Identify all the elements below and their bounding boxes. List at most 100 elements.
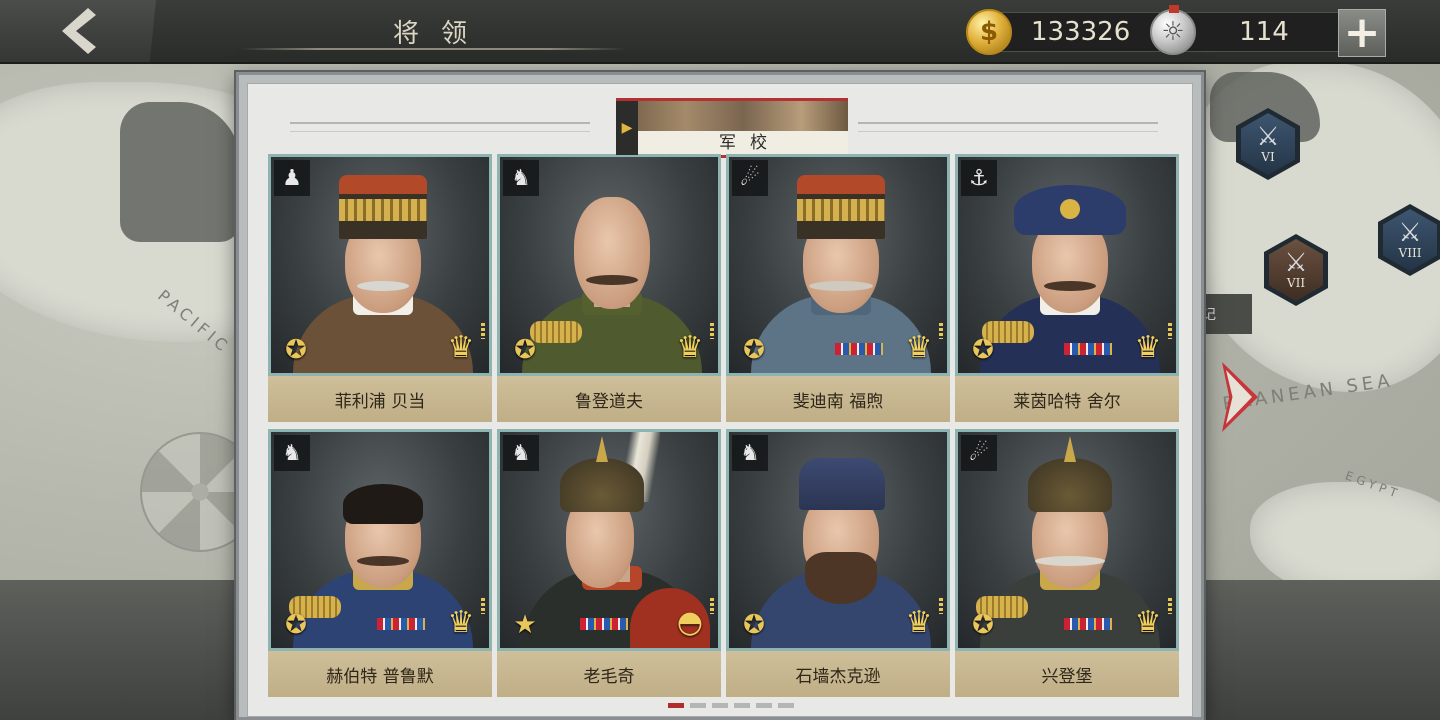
portrait-medals (1064, 343, 1112, 355)
portrait-head (574, 197, 650, 309)
general-name: 老毛奇 (497, 651, 721, 697)
general-grid: ♟ ✪ ♛ 菲利浦 贝当 ♞ ✪ ♛ 鲁登道夫 ☄ ✪ ♛ 斐迪南 福煦 ⚓ ✪… (268, 154, 1184, 699)
portrait-mustache (357, 556, 409, 566)
general-name: 莱茵哈特 舍尔 (955, 376, 1179, 422)
page-dot[interactable] (756, 703, 772, 708)
portrait-hair (343, 484, 423, 524)
panel-inner: ▶ 军校 ♟ ✪ ♛ 菲利浦 贝当 ♞ ✪ ♛ 鲁登道夫 ☄ ✪ ♛ 斐迪南 福… (247, 83, 1193, 717)
star-badge-icon: ✪ (285, 335, 307, 365)
general-card[interactable]: ♞ ★ ◓ 老毛奇 (497, 429, 721, 699)
page-title: 将领 (392, 18, 489, 49)
star-badge-icon: ✪ (743, 610, 765, 640)
cavalry-icon: ♞ (732, 435, 768, 471)
portrait-medals (580, 618, 628, 630)
artillery-icon: ☄ (732, 160, 768, 196)
portrait-mustache (357, 281, 409, 291)
portrait-medals (1064, 618, 1112, 630)
portrait-mustache (1044, 281, 1096, 291)
general-name: 赫伯特 普鲁默 (268, 651, 492, 697)
crown-icon: ♛ (670, 323, 714, 365)
crossed-swords-icon: ⚔ (1256, 122, 1280, 152)
tank-illustration (120, 102, 240, 242)
single-star-icon: ★ (513, 610, 537, 640)
general-card[interactable]: ⚓ ✪ ♛ 莱茵哈特 舍尔 (955, 154, 1179, 424)
general-portrait: ♟ ✪ ♛ (268, 154, 492, 376)
silver-currency: ☼ 114 (1150, 5, 1344, 55)
portrait-mustache (809, 281, 873, 291)
general-portrait: ⚓ ✪ ♛ (955, 154, 1179, 376)
star-badge-icon: ✪ (514, 335, 536, 365)
general-name: 石墙杰克逊 (726, 651, 950, 697)
cavalry-icon: ♞ (503, 435, 539, 471)
general-card[interactable]: ♞ ✪ ♛ 赫伯特 普鲁默 (268, 429, 492, 699)
back-button[interactable] (0, 0, 156, 62)
general-card[interactable]: ♞ ✪ ♛ 石墙杰克逊 (726, 429, 950, 699)
crown-icon: ♛ (441, 323, 485, 365)
general-portrait: ♞ ★ ◓ (497, 429, 721, 651)
tab-marker-icon: ▶ (616, 101, 638, 155)
star-badge-icon: ✪ (972, 335, 994, 365)
page-dot-active[interactable] (668, 703, 684, 708)
general-name: 菲利浦 贝当 (268, 376, 492, 422)
general-card[interactable]: ☄ ✪ ♛ 斐迪南 福煦 (726, 154, 950, 424)
artillery-icon: ☄ (961, 435, 997, 471)
general-card[interactable]: ♞ ✪ ♛ 鲁登道夫 (497, 154, 721, 424)
page-dot[interactable] (690, 703, 706, 708)
page-dot[interactable] (712, 703, 728, 708)
star-badge-icon: ✪ (285, 610, 307, 640)
banner-artwork (616, 101, 848, 131)
general-name: 鲁登道夫 (497, 376, 721, 422)
gold-coin-icon: $ (966, 9, 1012, 55)
general-card[interactable]: ♟ ✪ ♛ 菲利浦 贝当 (268, 154, 492, 424)
portrait-mustache (1035, 556, 1105, 566)
page-dot[interactable] (734, 703, 750, 708)
gold-currency: $ 133326 (966, 9, 1160, 55)
crown-icon: ♛ (441, 598, 485, 640)
general-card[interactable]: ☄ ✪ ♛ 兴登堡 (955, 429, 1179, 699)
crossed-swords-icon: ⚔ (1284, 248, 1308, 278)
crown-icon: ♛ (1128, 598, 1172, 640)
crown-icon: ♛ (1128, 323, 1172, 365)
general-portrait: ☄ ✪ ♛ (726, 154, 950, 376)
side-tab-label: 记 (1202, 307, 1216, 323)
star-badge-icon: ✪ (743, 335, 765, 365)
portrait-beard (805, 552, 877, 604)
region-badge-face: ⚔ VIII (1383, 209, 1437, 271)
page-indicator (668, 703, 794, 708)
region-badge-face: ⚔ VI (1241, 113, 1295, 175)
section-label: 军校 (719, 133, 781, 153)
navy-icon: ⚓ (961, 160, 997, 196)
side-tab-chip[interactable]: 记 (1196, 294, 1252, 334)
crown-icon: ♛ (899, 323, 943, 365)
header-rule-right (858, 122, 1158, 132)
general-portrait: ♞ ✪ ♛ (497, 154, 721, 376)
crossed-swords-icon: ⚔ (1398, 218, 1422, 248)
region-badge-label: VII (1286, 276, 1306, 290)
general-name: 兴登堡 (955, 651, 1179, 697)
portrait-mustache (586, 275, 638, 285)
star-badge-icon: ✪ (972, 610, 994, 640)
general-portrait: ♞ ✪ ♛ (268, 429, 492, 651)
medal-coin-icon: ☼ (1150, 5, 1196, 55)
back-arrow-icon (62, 8, 96, 54)
crown-icon: ♛ (899, 598, 943, 640)
page-dot[interactable] (778, 703, 794, 708)
section-tab-military-academy[interactable]: ▶ 军校 (616, 98, 848, 158)
general-portrait: ☄ ✪ ♛ (955, 429, 1179, 651)
portrait-kepi (797, 175, 885, 239)
cavalry-icon: ♞ (274, 435, 310, 471)
add-currency-button[interactable]: + (1338, 9, 1386, 57)
infantry-icon: ♟ (274, 160, 310, 196)
general-name: 斐迪南 福煦 (726, 376, 950, 422)
portrait-naval-cap (1014, 185, 1126, 235)
header-rule-left (290, 122, 590, 132)
general-portrait: ♞ ✪ ♛ (726, 429, 950, 651)
cavalry-icon: ♞ (503, 160, 539, 196)
helmet-badge-icon: ◓ (670, 598, 714, 640)
portrait-forage-cap (799, 458, 885, 510)
region-badge-face: ⚔ VII (1269, 239, 1323, 301)
title-underline (240, 48, 626, 50)
portrait-kepi (339, 175, 427, 239)
region-badge-label: VIII (1398, 246, 1422, 260)
portrait-medals (377, 618, 425, 630)
